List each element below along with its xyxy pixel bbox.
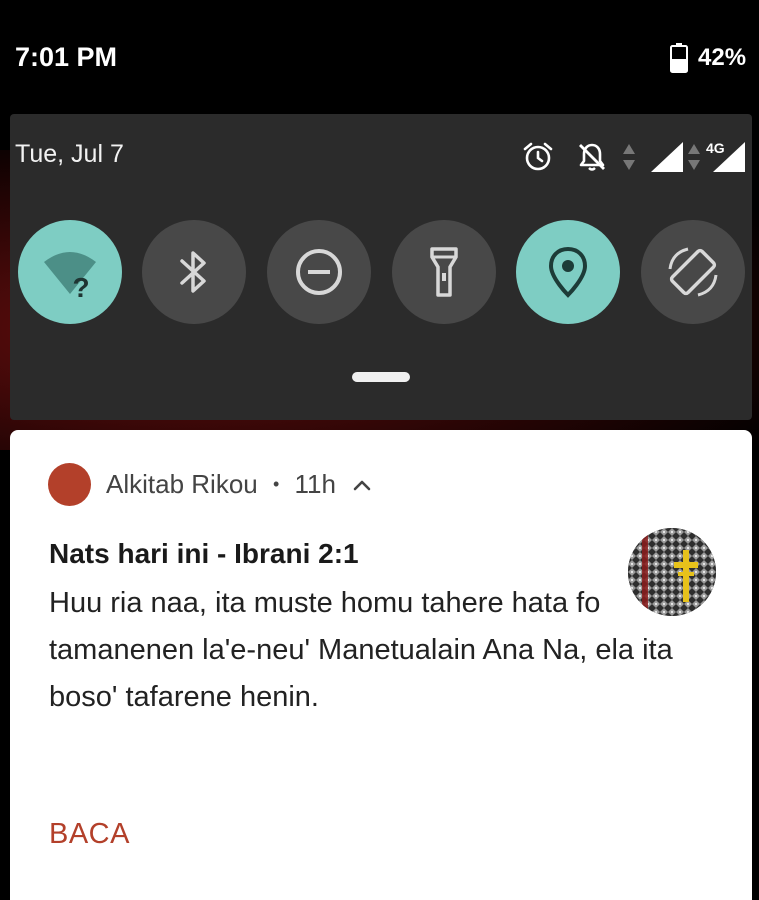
header-separator: • — [272, 474, 280, 494]
status-bar: 7:01 PM 42% — [0, 0, 759, 115]
notification-body: Huu ria naa, ita muste homu tahere hata … — [49, 587, 673, 713]
flashlight-icon — [430, 247, 458, 297]
alarm-icon — [523, 142, 553, 171]
cross-pattern-image — [628, 528, 716, 616]
chevron-up-icon[interactable] — [353, 479, 371, 491]
notification-header[interactable]: Alkitab Rikou • 11h — [106, 469, 371, 500]
notification-large-icon — [628, 528, 716, 616]
battery-icon — [670, 43, 688, 73]
mobile-signal-icon — [713, 142, 745, 172]
battery-percentage: 42% — [698, 44, 747, 71]
data-activity-icon-2 — [688, 144, 700, 170]
status-time: 7:01 PM — [15, 42, 118, 72]
auto-rotate-tile[interactable] — [641, 220, 745, 324]
flashlight-tile[interactable] — [392, 220, 496, 324]
signal-strength-icon — [651, 142, 683, 172]
location-tile[interactable] — [516, 220, 620, 324]
baca-action-button[interactable]: BACA — [49, 818, 130, 851]
notifications-off-icon — [579, 143, 605, 171]
notification-time: 11h — [294, 469, 336, 499]
wifi-question-icon: ? — [44, 252, 96, 302]
svg-text:?: ? — [72, 272, 89, 302]
auto-rotate-icon — [668, 247, 718, 297]
location-pin-icon — [548, 246, 588, 298]
panel-drag-handle[interactable] — [352, 372, 410, 382]
app-name: Alkitab Rikou — [106, 469, 258, 499]
wifi-tile[interactable]: ? — [18, 220, 122, 324]
date-label[interactable]: Tue, Jul 7 — [15, 140, 124, 169]
do-not-disturb-tile[interactable] — [267, 220, 371, 324]
quick-settings-panel: Tue, Jul 7 4G ? — [10, 114, 752, 420]
notification-card[interactable]: Alkitab Rikou • 11h Nats hari ini - Ibra… — [10, 430, 752, 900]
bluetooth-icon — [180, 251, 206, 293]
android-screen: 7:01 PM 42% Tue, Jul 7 4G ? Alkitab Riko… — [0, 0, 759, 900]
bluetooth-tile[interactable] — [142, 220, 246, 324]
notification-title: Nats hari ini - Ibrani 2:1 — [49, 538, 359, 569]
data-activity-icon — [623, 144, 635, 170]
app-icon — [48, 463, 91, 506]
do-not-disturb-icon — [296, 249, 342, 295]
